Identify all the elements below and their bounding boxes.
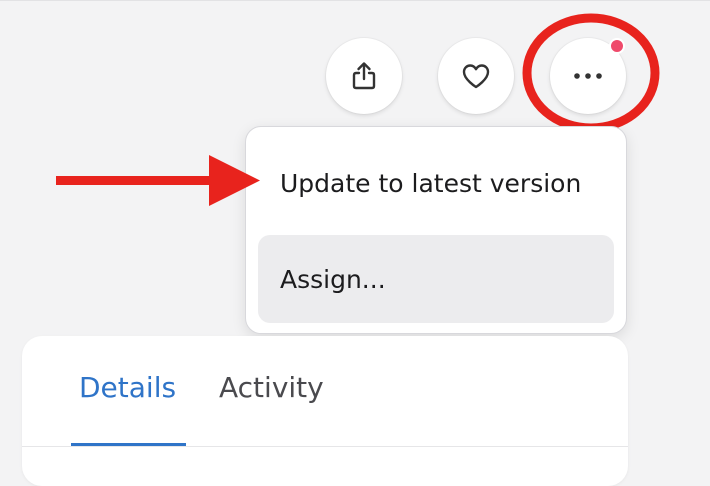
tab-details[interactable]: Details xyxy=(79,371,176,404)
tab-divider xyxy=(22,446,628,447)
favorite-button[interactable] xyxy=(438,38,514,114)
share-icon xyxy=(350,61,378,91)
top-divider xyxy=(0,0,710,1)
menu-item-update-latest-version[interactable]: Update to latest version xyxy=(258,139,614,227)
share-button[interactable] xyxy=(326,38,402,114)
annotation-arrow xyxy=(56,155,260,206)
menu-item-assign[interactable]: Assign... xyxy=(258,235,614,323)
more-options-menu: Update to latest version Assign... xyxy=(245,126,627,334)
annotation-highlight-circle xyxy=(522,13,660,133)
heart-icon xyxy=(461,63,491,89)
tab-activity[interactable]: Activity xyxy=(219,371,324,404)
details-panel xyxy=(22,336,628,486)
